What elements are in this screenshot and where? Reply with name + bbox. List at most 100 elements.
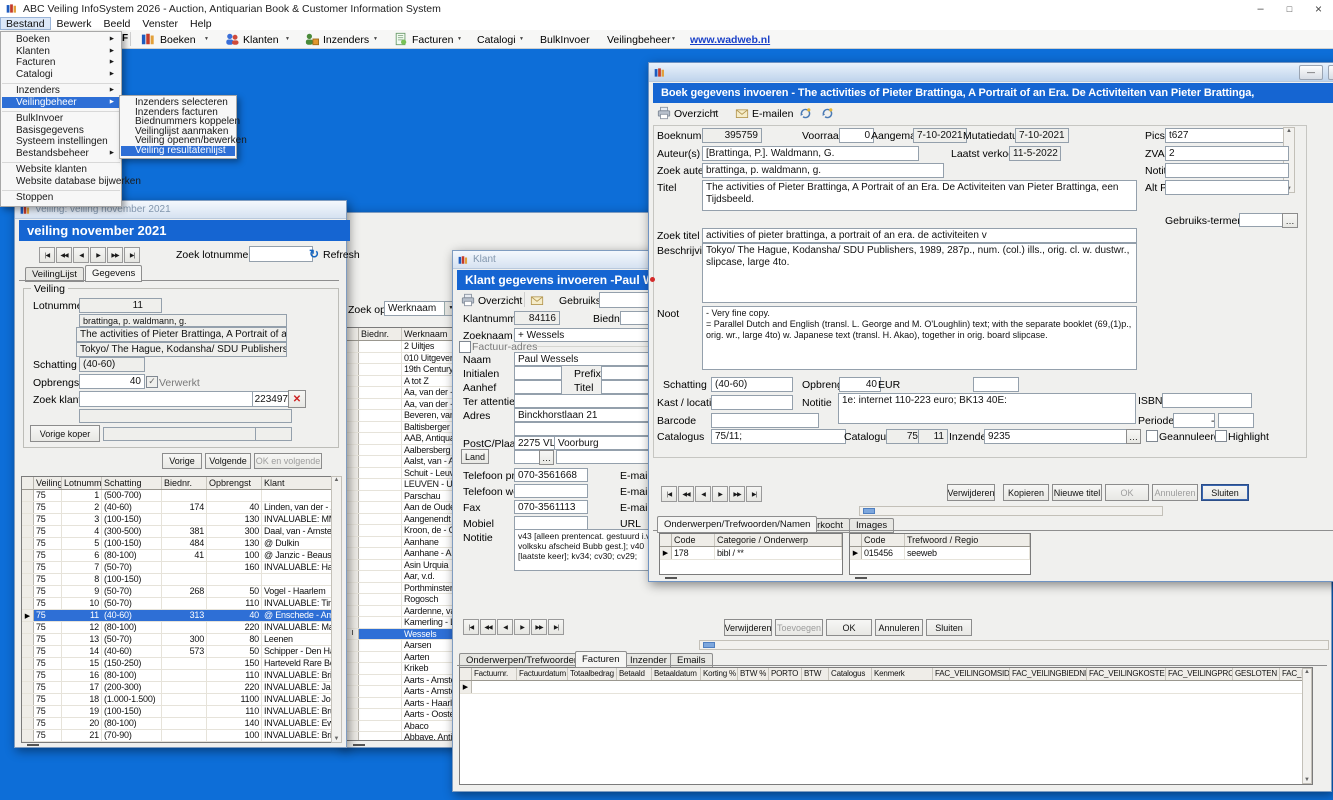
volgende-button[interactable]: Volgende	[205, 453, 251, 469]
land-lookup-button[interactable]: …	[539, 450, 554, 465]
menu-item[interactable]: Systeem instellingen	[2, 136, 120, 148]
column-header[interactable]: Klant	[262, 477, 332, 489]
window-restore-button[interactable]: —	[1299, 65, 1323, 80]
schatting-field[interactable]: (40-60)	[79, 357, 145, 372]
schatting-input[interactable]: (40-60)	[711, 377, 793, 392]
column-header[interactable]: Lotnummer	[62, 477, 102, 489]
boek-title-bar[interactable]: — —	[649, 63, 1333, 82]
nav-button[interactable]: ◀◀	[56, 247, 72, 263]
minimize-button[interactable]: –	[1246, 3, 1275, 15]
nav-button[interactable]: |◀	[661, 486, 677, 502]
menu-item[interactable]: Boeken	[2, 34, 120, 46]
zoek-lotnummer-input[interactable]	[249, 246, 313, 262]
veiling-row[interactable]: 75 10 (50-70) 110 INVALUABLE: Tim Obdam	[22, 598, 332, 610]
column-header[interactable]: Factuurnr.	[472, 668, 517, 680]
printer-icon[interactable]	[657, 106, 671, 120]
titel-textarea[interactable]: The activities of Pieter Brattinga, A Po…	[702, 180, 1137, 211]
column-header[interactable]: BTW %	[738, 668, 769, 680]
nav-button[interactable]: ▶|	[548, 619, 564, 635]
menu-item[interactable]: Catalogi	[2, 69, 120, 81]
menu-item[interactable]: Facturen	[2, 57, 120, 69]
refresh-label[interactable]: Refresh	[323, 249, 360, 261]
nav-button[interactable]: |◀	[39, 247, 55, 263]
nav-button[interactable]: ▶	[712, 486, 728, 502]
horizontal-scrollbar[interactable]	[859, 506, 1163, 516]
menu-bewerk[interactable]: Bewerk	[51, 18, 98, 30]
chevron-down-icon[interactable]: ▼	[515, 297, 520, 303]
chevron-down-icon[interactable]: ▼	[204, 36, 209, 42]
opbrengst-input[interactable]: 40	[839, 377, 881, 392]
facturen-grid-scrollbar[interactable]	[1302, 668, 1312, 784]
chevron-down-icon[interactable]: ▼	[457, 36, 462, 42]
veiling-row[interactable]: 75 6 (80-100) 41 100 @ Janzic - Beausejo…	[22, 550, 332, 562]
column-header[interactable]: FAC_VEILINGOMSID	[933, 668, 1010, 680]
noot-textarea[interactable]: - Very fine copy. = Parallel Dutch and E…	[702, 306, 1137, 370]
veiling-row[interactable]: 75 15 (150-250) 150 Harteveld Rare Books	[22, 658, 332, 670]
menu-item[interactable]: BulkInvoer	[2, 113, 120, 125]
column-header[interactable]: Korting %	[701, 668, 738, 680]
sync-icon[interactable]	[821, 107, 834, 120]
veiling-row[interactable]: 75 16 (80-100) 110 INVALUABLE: Brian Maz…	[22, 670, 332, 682]
close-button[interactable]: ×	[1304, 2, 1333, 16]
main-title-bar[interactable]: ABC Veiling InfoSystem 2026 - Auction, A…	[0, 0, 1333, 17]
kopieren-button[interactable]: Kopieren	[1003, 484, 1049, 501]
zoek-klant-input[interactable]	[79, 391, 255, 407]
ok-button[interactable]: OK	[826, 619, 872, 636]
notitie-textarea[interactable]: v43 [alleen prentencat. gestuurd i.v.m. …	[514, 529, 669, 571]
tab-onderwerpen-trefwoorden-namen[interactable]: Onderwerpen/Trefwoorden/Namen	[657, 516, 817, 533]
menu-item[interactable]: Website klanten	[2, 164, 120, 176]
nav-button[interactable]: ◀	[497, 619, 513, 635]
nav-button[interactable]: ▶	[514, 619, 530, 635]
submenu-item[interactable]: Veiling resultatenlijst	[121, 146, 235, 156]
column-header[interactable]: FAC_VEILINGBIEDNR	[1010, 668, 1087, 680]
toolbar-veilingbeheer[interactable]: Veilingbeheer	[607, 34, 671, 46]
chevron-down-icon[interactable]: ▼	[712, 110, 717, 116]
veiling-row[interactable]: 75 1 (500-700)	[22, 490, 332, 502]
column-header[interactable]: Veiling	[34, 477, 62, 489]
veiling-row[interactable]: 75 20 (80-100) 140 INVALUABLE: Ewa Ostro…	[22, 718, 332, 730]
column-header[interactable]: Factuurdatum	[517, 668, 568, 680]
periode-tot-input[interactable]	[1218, 413, 1254, 428]
alt-prijs-input[interactable]	[1165, 180, 1289, 195]
titel-field[interactable]: The activities of Pieter Brattinga, A Po…	[76, 327, 287, 342]
aanhef-input[interactable]	[514, 380, 562, 394]
highlight-checkbox[interactable]	[1215, 430, 1227, 442]
gebruikstermen-lookup-button[interactable]: …	[1282, 213, 1298, 228]
extra-prijs-input[interactable]	[973, 377, 1019, 392]
opbrengst-input[interactable]: 40	[79, 374, 145, 389]
nav-button[interactable]: ▶▶	[107, 247, 123, 263]
veiling-row[interactable]: 75 22 (50-70) 273 50 Melissant	[22, 742, 332, 743]
column-header[interactable]: Betaaldatum	[652, 668, 701, 680]
lotnummer-field[interactable]: 11	[79, 298, 162, 313]
inzender-lookup-button[interactable]: …	[1126, 429, 1141, 444]
zoek-auteur-input[interactable]: brattinga, p. waldmann, g.	[702, 163, 944, 178]
menu-help[interactable]: Help	[184, 18, 218, 30]
factuur-adres-checkbox[interactable]	[459, 341, 471, 353]
vorige-button[interactable]: Vorige	[162, 453, 202, 469]
auteurs-input[interactable]: [Brattinga, P.]. Waldmann, G.	[702, 146, 919, 161]
toolbar-inzenders[interactable]: Inzenders	[323, 34, 369, 46]
veiling-row[interactable]: 75 21 (70-90) 100 INVALUABLE: Brian Mazu…	[22, 730, 332, 742]
sluiten-button[interactable]: Sluiten	[926, 619, 972, 636]
geannuleerd-checkbox[interactable]	[1146, 430, 1158, 442]
veiling-row[interactable]: 75 13 (50-70) 300 80 Leenen	[22, 634, 332, 646]
menu-bestand[interactable]: Bestand	[0, 17, 51, 30]
verwijderen-button[interactable]: Verwijderen	[947, 484, 995, 501]
mobiel-input[interactable]	[514, 516, 588, 530]
toolbar-wadweb-link[interactable]: www.wadweb.nl	[690, 34, 770, 46]
menu-item[interactable]: Basisgegevens	[2, 125, 120, 137]
nav-button[interactable]: ▶▶	[531, 619, 547, 635]
scrollbar-thumb[interactable]	[863, 508, 875, 514]
uitgave-field[interactable]: Tokyo/ The Hague, Kodansha/ SDU Publishe…	[76, 342, 287, 357]
barcode-input[interactable]	[711, 413, 819, 428]
veiling-row[interactable]: 75 12 (80-100) 220 INVALUABLE: Mark Voor…	[22, 622, 332, 634]
emailen-button[interactable]: E-mailen	[752, 108, 793, 120]
column-header[interactable]: PORTO	[769, 668, 802, 680]
email-icon[interactable]	[530, 294, 544, 307]
nav-button[interactable]: ▶	[90, 247, 106, 263]
pics-input[interactable]: t627	[1165, 128, 1289, 143]
veiling-row[interactable]: 75 18 (1.000-1.500) 1100 INVALUABLE: Jos…	[22, 694, 332, 706]
maximize-button[interactable]: □	[1275, 4, 1304, 14]
isbn-input[interactable]	[1162, 393, 1252, 408]
nav-button[interactable]: ◀	[73, 247, 89, 263]
